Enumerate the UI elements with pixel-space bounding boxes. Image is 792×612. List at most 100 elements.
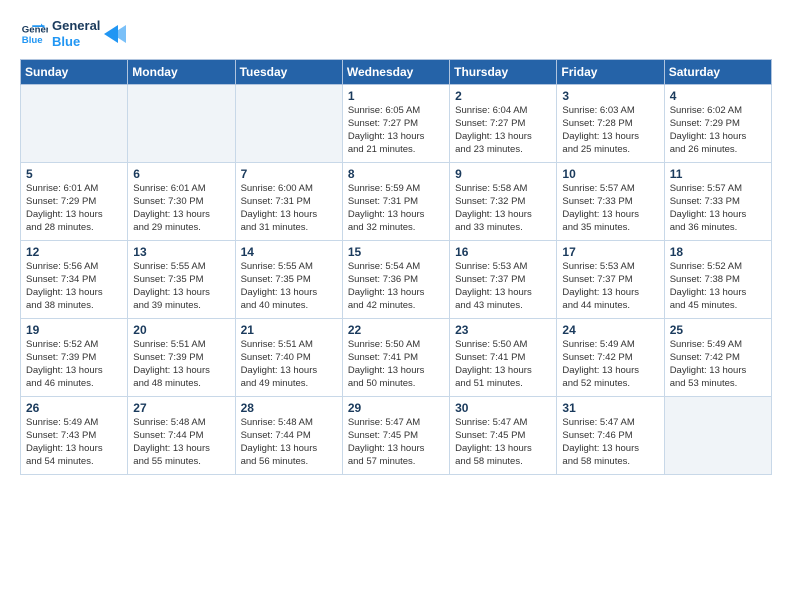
logo-icon: General Blue bbox=[20, 20, 48, 48]
cell-content: Sunrise: 5:52 AM Sunset: 7:38 PM Dayligh… bbox=[670, 261, 766, 312]
day-number: 22 bbox=[348, 323, 444, 337]
day-number: 20 bbox=[133, 323, 229, 337]
calendar-cell: 10 Sunrise: 5:57 AM Sunset: 7:33 PM Dayli… bbox=[557, 163, 664, 241]
calendar-cell: 31 Sunrise: 5:47 AM Sunset: 7:46 PM Dayli… bbox=[557, 397, 664, 475]
cell-content: Sunrise: 5:59 AM Sunset: 7:31 PM Dayligh… bbox=[348, 183, 444, 234]
col-header-monday: Monday bbox=[128, 60, 235, 85]
day-number: 30 bbox=[455, 401, 551, 415]
cell-content: Sunrise: 5:47 AM Sunset: 7:45 PM Dayligh… bbox=[348, 417, 444, 468]
week-row-4: 19 Sunrise: 5:52 AM Sunset: 7:39 PM Dayli… bbox=[21, 319, 772, 397]
day-number: 18 bbox=[670, 245, 766, 259]
day-number: 26 bbox=[26, 401, 122, 415]
calendar-table: SundayMondayTuesdayWednesdayThursdayFrid… bbox=[20, 59, 772, 475]
day-number: 5 bbox=[26, 167, 122, 181]
cell-content: Sunrise: 5:51 AM Sunset: 7:40 PM Dayligh… bbox=[241, 339, 337, 390]
calendar-cell: 12Sunrise: 5:56 AM Sunset: 7:34 PM Dayli… bbox=[21, 241, 128, 319]
col-header-wednesday: Wednesday bbox=[342, 60, 449, 85]
logo-text-general: General bbox=[52, 18, 100, 34]
cell-content: Sunrise: 5:49 AM Sunset: 7:43 PM Dayligh… bbox=[26, 417, 122, 468]
calendar-cell: 5 Sunrise: 6:01 AM Sunset: 7:29 PM Daylig… bbox=[21, 163, 128, 241]
week-row-5: 26 Sunrise: 5:49 AM Sunset: 7:43 PM Dayli… bbox=[21, 397, 772, 475]
cell-content: Sunrise: 5:57 AM Sunset: 7:33 PM Dayligh… bbox=[670, 183, 766, 234]
week-row-2: 5 Sunrise: 6:01 AM Sunset: 7:29 PM Daylig… bbox=[21, 163, 772, 241]
day-number: 3 bbox=[562, 89, 658, 103]
day-number: 11 bbox=[670, 167, 766, 181]
calendar-cell: 6Sunrise: 6:01 AM Sunset: 7:30 PM Daylig… bbox=[128, 163, 235, 241]
cell-content: Sunrise: 5:48 AM Sunset: 7:44 PM Dayligh… bbox=[133, 417, 229, 468]
cell-content: Sunrise: 5:55 AM Sunset: 7:35 PM Dayligh… bbox=[133, 261, 229, 312]
cell-content: Sunrise: 5:54 AM Sunset: 7:36 PM Dayligh… bbox=[348, 261, 444, 312]
calendar-cell: 1 Sunrise: 6:05 AM Sunset: 7:27 PM Daylig… bbox=[342, 85, 449, 163]
calendar-header-row: SundayMondayTuesdayWednesdayThursdayFrid… bbox=[21, 60, 772, 85]
cell-content: Sunrise: 5:50 AM Sunset: 7:41 PM Dayligh… bbox=[455, 339, 551, 390]
week-row-1: 1 Sunrise: 6:05 AM Sunset: 7:27 PM Daylig… bbox=[21, 85, 772, 163]
calendar-cell: 24 Sunrise: 5:49 AM Sunset: 7:42 PM Dayli… bbox=[557, 319, 664, 397]
calendar-cell: 14Sunrise: 5:55 AM Sunset: 7:35 PM Dayli… bbox=[235, 241, 342, 319]
cell-content: Sunrise: 5:57 AM Sunset: 7:33 PM Dayligh… bbox=[562, 183, 658, 234]
calendar-cell: 15 Sunrise: 5:54 AM Sunset: 7:36 PM Dayli… bbox=[342, 241, 449, 319]
day-number: 24 bbox=[562, 323, 658, 337]
cell-content: Sunrise: 6:05 AM Sunset: 7:27 PM Dayligh… bbox=[348, 105, 444, 156]
calendar-cell: 8 Sunrise: 5:59 AM Sunset: 7:31 PM Daylig… bbox=[342, 163, 449, 241]
logo: General Blue General Blue bbox=[20, 18, 126, 49]
day-number: 9 bbox=[455, 167, 551, 181]
calendar-cell: 2 Sunrise: 6:04 AM Sunset: 7:27 PM Daylig… bbox=[450, 85, 557, 163]
cell-content: Sunrise: 6:03 AM Sunset: 7:28 PM Dayligh… bbox=[562, 105, 658, 156]
calendar-cell: 22Sunrise: 5:50 AM Sunset: 7:41 PM Dayli… bbox=[342, 319, 449, 397]
calendar-cell: 27 Sunrise: 5:48 AM Sunset: 7:44 PM Dayli… bbox=[128, 397, 235, 475]
calendar-cell: 26 Sunrise: 5:49 AM Sunset: 7:43 PM Dayli… bbox=[21, 397, 128, 475]
day-number: 2 bbox=[455, 89, 551, 103]
calendar-cell: 29 Sunrise: 5:47 AM Sunset: 7:45 PM Dayli… bbox=[342, 397, 449, 475]
calendar-cell: 20Sunrise: 5:51 AM Sunset: 7:39 PM Dayli… bbox=[128, 319, 235, 397]
calendar-cell: 23 Sunrise: 5:50 AM Sunset: 7:41 PM Dayli… bbox=[450, 319, 557, 397]
calendar-cell bbox=[21, 85, 128, 163]
col-header-saturday: Saturday bbox=[664, 60, 771, 85]
day-number: 12 bbox=[26, 245, 122, 259]
calendar-cell: 17 Sunrise: 5:53 AM Sunset: 7:37 PM Dayli… bbox=[557, 241, 664, 319]
calendar-cell: 28Sunrise: 5:48 AM Sunset: 7:44 PM Dayli… bbox=[235, 397, 342, 475]
cell-content: Sunrise: 6:00 AM Sunset: 7:31 PM Dayligh… bbox=[241, 183, 337, 234]
day-number: 19 bbox=[26, 323, 122, 337]
calendar-cell bbox=[235, 85, 342, 163]
day-number: 23 bbox=[455, 323, 551, 337]
day-number: 16 bbox=[455, 245, 551, 259]
calendar-cell: 9 Sunrise: 5:58 AM Sunset: 7:32 PM Daylig… bbox=[450, 163, 557, 241]
header: General Blue General Blue bbox=[20, 18, 772, 49]
col-header-thursday: Thursday bbox=[450, 60, 557, 85]
cell-content: Sunrise: 6:01 AM Sunset: 7:30 PM Dayligh… bbox=[133, 183, 229, 234]
calendar-cell bbox=[664, 397, 771, 475]
day-number: 17 bbox=[562, 245, 658, 259]
day-number: 27 bbox=[133, 401, 229, 415]
day-number: 15 bbox=[348, 245, 444, 259]
calendar-cell: 19 Sunrise: 5:52 AM Sunset: 7:39 PM Dayli… bbox=[21, 319, 128, 397]
col-header-friday: Friday bbox=[557, 60, 664, 85]
calendar-cell: 11 Sunrise: 5:57 AM Sunset: 7:33 PM Dayli… bbox=[664, 163, 771, 241]
cell-content: Sunrise: 5:47 AM Sunset: 7:46 PM Dayligh… bbox=[562, 417, 658, 468]
day-number: 21 bbox=[241, 323, 337, 337]
cell-content: Sunrise: 5:47 AM Sunset: 7:45 PM Dayligh… bbox=[455, 417, 551, 468]
calendar-cell: 30 Sunrise: 5:47 AM Sunset: 7:45 PM Dayli… bbox=[450, 397, 557, 475]
cell-content: Sunrise: 5:49 AM Sunset: 7:42 PM Dayligh… bbox=[670, 339, 766, 390]
cell-content: Sunrise: 5:53 AM Sunset: 7:37 PM Dayligh… bbox=[455, 261, 551, 312]
cell-content: Sunrise: 6:04 AM Sunset: 7:27 PM Dayligh… bbox=[455, 105, 551, 156]
day-number: 10 bbox=[562, 167, 658, 181]
day-number: 1 bbox=[348, 89, 444, 103]
day-number: 14 bbox=[241, 245, 337, 259]
cell-content: Sunrise: 5:53 AM Sunset: 7:37 PM Dayligh… bbox=[562, 261, 658, 312]
cell-content: Sunrise: 5:52 AM Sunset: 7:39 PM Dayligh… bbox=[26, 339, 122, 390]
cell-content: Sunrise: 5:58 AM Sunset: 7:32 PM Dayligh… bbox=[455, 183, 551, 234]
day-number: 31 bbox=[562, 401, 658, 415]
calendar-cell: 13Sunrise: 5:55 AM Sunset: 7:35 PM Dayli… bbox=[128, 241, 235, 319]
col-header-tuesday: Tuesday bbox=[235, 60, 342, 85]
cell-content: Sunrise: 6:01 AM Sunset: 7:29 PM Dayligh… bbox=[26, 183, 122, 234]
calendar-cell: 18 Sunrise: 5:52 AM Sunset: 7:38 PM Dayli… bbox=[664, 241, 771, 319]
calendar-cell: 25Sunrise: 5:49 AM Sunset: 7:42 PM Dayli… bbox=[664, 319, 771, 397]
day-number: 4 bbox=[670, 89, 766, 103]
cell-content: Sunrise: 5:49 AM Sunset: 7:42 PM Dayligh… bbox=[562, 339, 658, 390]
week-row-3: 12Sunrise: 5:56 AM Sunset: 7:34 PM Dayli… bbox=[21, 241, 772, 319]
calendar-page: General Blue General Blue SundayMondayTu… bbox=[0, 0, 792, 612]
cell-content: Sunrise: 5:48 AM Sunset: 7:44 PM Dayligh… bbox=[241, 417, 337, 468]
day-number: 8 bbox=[348, 167, 444, 181]
calendar-cell: 7Sunrise: 6:00 AM Sunset: 7:31 PM Daylig… bbox=[235, 163, 342, 241]
day-number: 29 bbox=[348, 401, 444, 415]
